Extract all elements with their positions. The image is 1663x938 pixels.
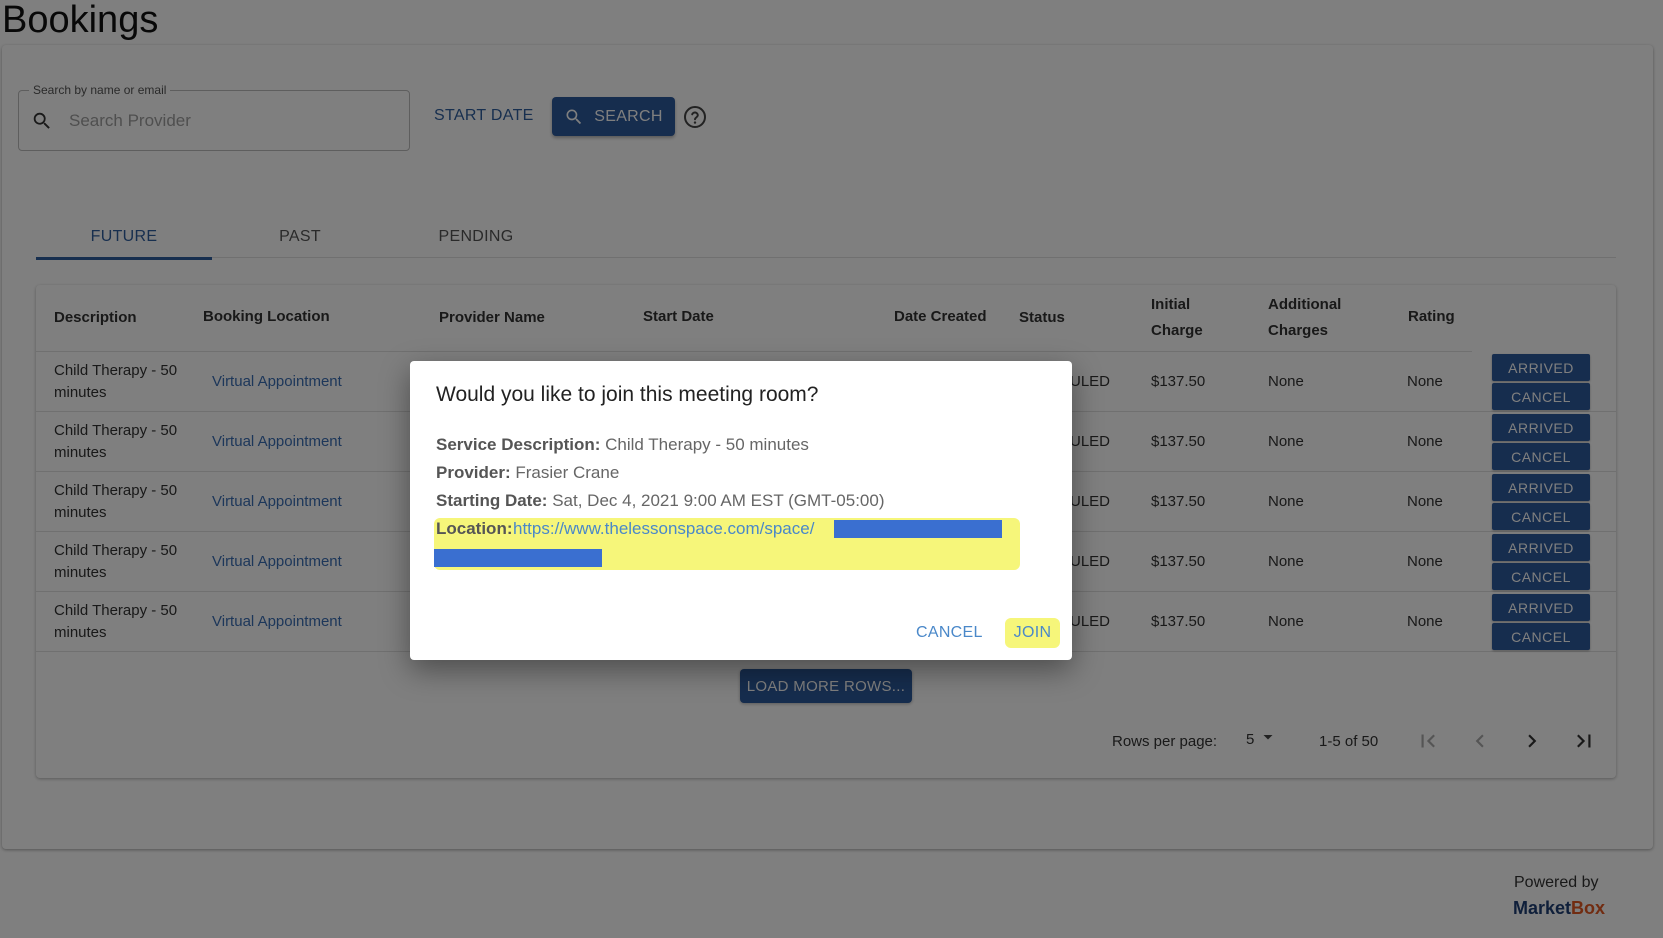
provider-line: Provider: Frasier Crane — [436, 459, 619, 487]
starting-date-line: Starting Date: Sat, Dec 4, 2021 9:00 AM … — [436, 487, 885, 515]
dialog-cancel-button[interactable]: CANCEL — [908, 618, 991, 648]
starting-date-value: Sat, Dec 4, 2021 9:00 AM EST (GMT-05:00) — [552, 491, 885, 510]
dialog-join-button[interactable]: JOIN — [1005, 618, 1060, 648]
join-meeting-dialog: Would you like to join this meeting room… — [410, 361, 1072, 660]
location-link[interactable]: https://www.thelessonspace.com/space/ — [513, 515, 814, 543]
provider-label: Provider: — [436, 463, 511, 482]
starting-date-label: Starting Date: — [436, 491, 548, 510]
redaction-bar — [834, 520, 1002, 538]
location-label: Location: — [436, 519, 513, 538]
service-description-line: Service Description: Child Therapy - 50 … — [436, 431, 809, 459]
dialog-title: Would you like to join this meeting room… — [436, 383, 819, 406]
redaction-bar — [434, 549, 602, 567]
service-description-value: Child Therapy - 50 minutes — [605, 435, 809, 454]
service-description-label: Service Description: — [436, 435, 601, 454]
provider-value: Frasier Crane — [515, 463, 620, 482]
